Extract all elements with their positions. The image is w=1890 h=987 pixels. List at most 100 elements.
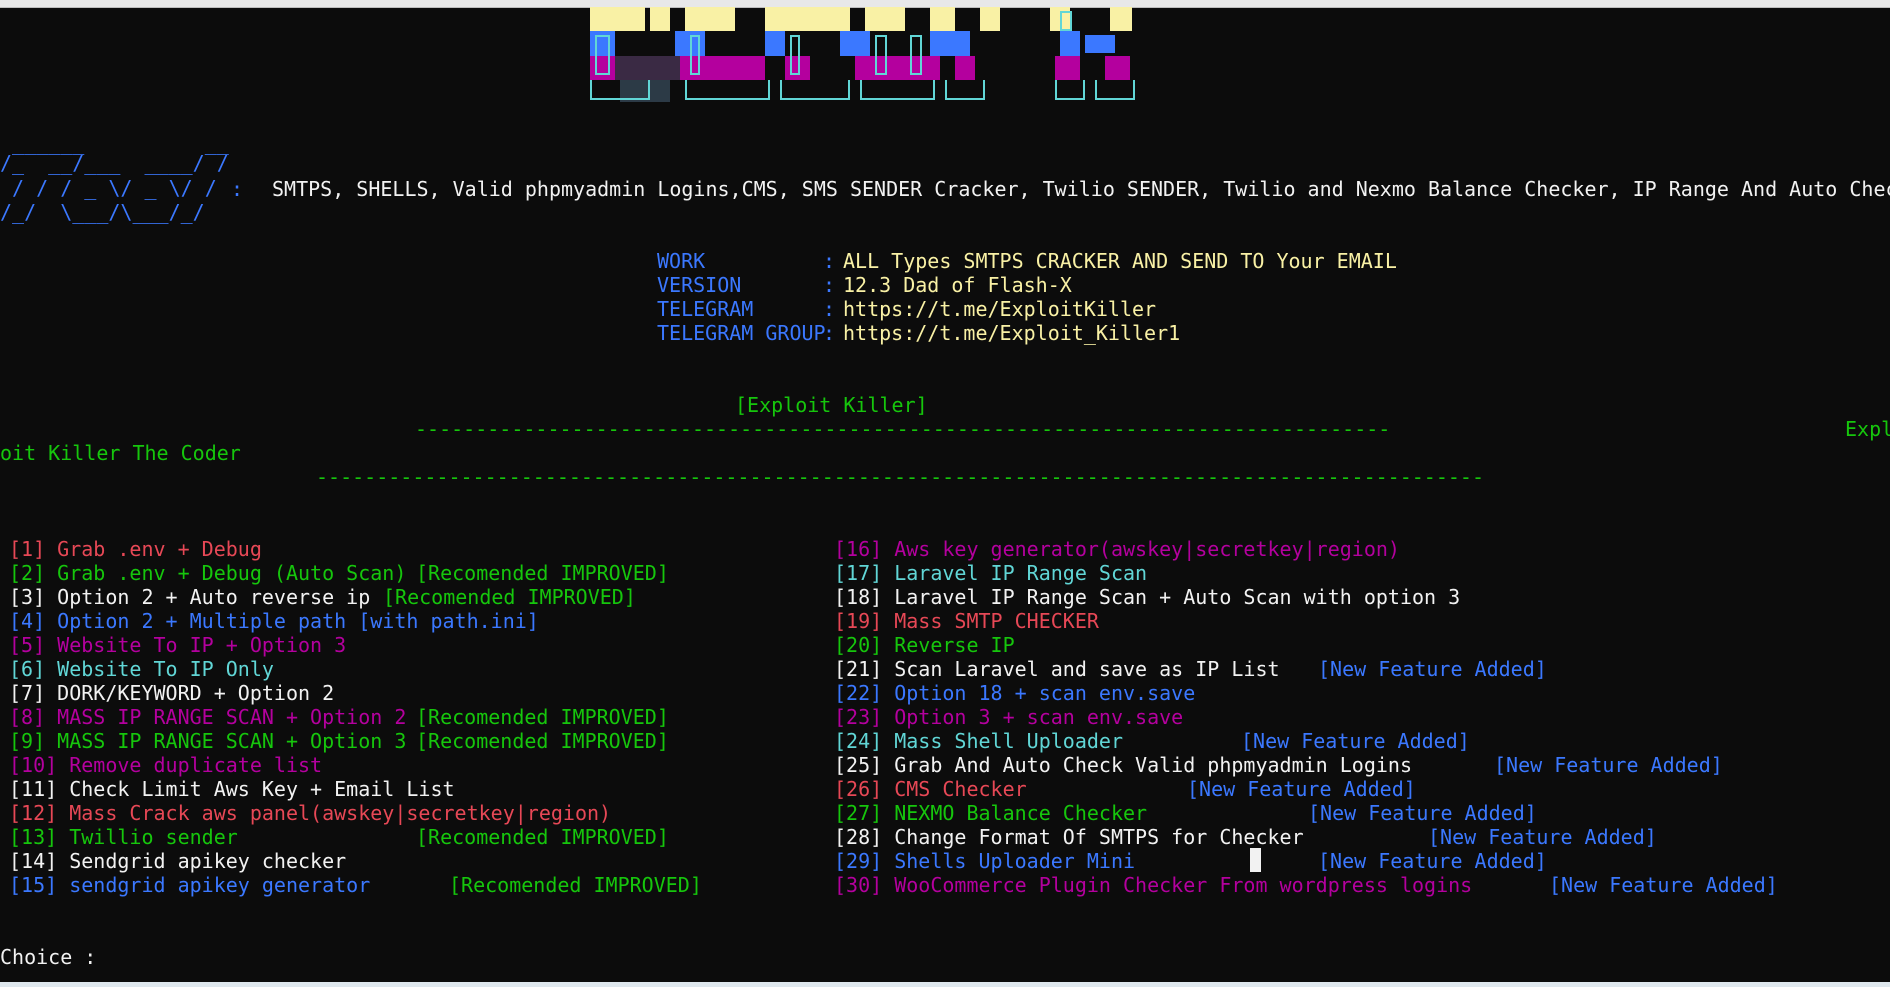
option-number: [26] <box>834 777 883 801</box>
option-number: [29] <box>834 849 883 873</box>
menu-option-12: [12] Mass Crack aws panel(awskey|secretk… <box>9 801 611 825</box>
option-2-badge: [Recomended IMPROVED] <box>416 561 669 585</box>
info-value-version: 12.3 Dad of Flash-X <box>843 273 1072 297</box>
option-8-badge: [Recomended IMPROVED] <box>416 705 669 729</box>
option-21-badge: [New Feature Added] <box>1318 657 1547 681</box>
menu-option-25: [25] Grab And Auto Check Valid phpmyadmi… <box>834 753 1412 777</box>
option-number: [11] <box>9 777 58 801</box>
option-29-badge: [New Feature Added] <box>1318 849 1547 873</box>
option-number: [22] <box>834 681 883 705</box>
menu-option-10: [10] Remove duplicate list <box>9 753 322 777</box>
choice-prompt-label: Choice : <box>0 945 97 969</box>
option-label: Laravel IP Range Scan + Auto Scan with o… <box>894 585 1461 609</box>
info-value-telegram: https://t.me/ExploitKiller <box>843 297 1157 321</box>
menu-option-9: [9] MASS IP RANGE SCAN + Option 3 <box>9 729 406 753</box>
option-label: Mass Shell Uploader <box>894 729 1123 753</box>
option-number: [7] <box>9 681 46 705</box>
menu-option-27: [27] NEXMO Balance Checker <box>834 801 1147 825</box>
option-28-badge: [New Feature Added] <box>1428 825 1657 849</box>
menu-option-18: [18] Laravel IP Range Scan + Auto Scan w… <box>834 585 1460 609</box>
menu-option-30: [30] WooCommerce Plugin Checker From wor… <box>834 873 1472 897</box>
option-label: Check Limit Aws Key + Email List <box>69 777 455 801</box>
option-number: [8] <box>9 705 46 729</box>
menu-option-23: [23] Option 3 + scan env.save <box>834 705 1183 729</box>
credits-wrapped-line: oit Killer The Coder <box>0 441 241 465</box>
option-label: Laravel IP Range Scan <box>894 561 1148 585</box>
option-number: [24] <box>834 729 883 753</box>
tool-tagline: SMTPS, SHELLS, Valid phpmyadmin Logins,C… <box>272 177 1890 201</box>
option-label: Option 2 + Auto reverse ip <box>57 585 371 609</box>
credits-title: [Exploit Killer] <box>735 393 928 417</box>
option-number: [14] <box>9 849 58 873</box>
ascii-logo-line-2: /_ __/___ ____/ / <box>0 151 229 175</box>
menu-option-16: [16] Aws key generator(awskey|secretkey|… <box>834 537 1400 561</box>
option-number: [2] <box>9 561 46 585</box>
info-key-version: VERSION <box>657 273 742 297</box>
menu-option-29: [29] Shells Uploader Mini <box>834 849 1135 873</box>
option-label: Sendgrid apikey checker <box>69 849 347 873</box>
menu-option-4: [4] Option 2 + Multiple path [with path.… <box>9 609 539 633</box>
option-26-badge: [New Feature Added] <box>1187 777 1416 801</box>
option-number: [13] <box>9 825 58 849</box>
info-value-telegram-group: https://t.me/Exploit_Killer1 <box>843 321 1181 345</box>
option-number: [28] <box>834 825 883 849</box>
option-number: [3] <box>9 585 46 609</box>
menu-option-26: [26] CMS Checker <box>834 777 1027 801</box>
info-key-telegram-group: TELEGRAM GROUP <box>657 321 826 345</box>
option-24-badge: [New Feature Added] <box>1241 729 1470 753</box>
option-label: Grab .env + Debug <box>57 537 262 561</box>
option-label: MASS IP RANGE SCAN + Option 3 <box>57 729 407 753</box>
info-sep: : <box>823 273 836 297</box>
option-label: Aws key generator(awskey|secretkey|regio… <box>894 537 1400 561</box>
menu-option-1: [1] Grab .env + Debug <box>9 537 262 561</box>
info-value-work: ALL Types SMTPS CRACKER AND SEND TO Your… <box>843 249 1397 273</box>
option-number: [21] <box>834 657 883 681</box>
banner-logo-art <box>590 7 1142 105</box>
menu-option-22: [22] Option 18 + scan env.save <box>834 681 1195 705</box>
option-label: Grab And Auto Check Valid phpmyadmin Log… <box>894 753 1412 777</box>
info-sep: : <box>823 297 836 321</box>
option-number: [19] <box>834 609 883 633</box>
option-label: sendgrid apikey generator <box>69 873 371 897</box>
menu-option-20: [20] Reverse IP <box>834 633 1015 657</box>
credits-wrapped-fragment: Expl <box>1845 417 1890 441</box>
menu-option-5: [5] Website To IP + Option 3 <box>9 633 346 657</box>
tagline-separator: : <box>231 177 244 201</box>
option-label: CMS Checker <box>894 777 1027 801</box>
option-number: [6] <box>9 657 46 681</box>
option-number: [16] <box>834 537 883 561</box>
option-27-badge: [New Feature Added] <box>1308 801 1537 825</box>
option-label: Option 2 + Multiple path [with path.ini] <box>57 609 539 633</box>
option-label: Remove duplicate list <box>69 753 323 777</box>
menu-option-8: [8] MASS IP RANGE SCAN + Option 2 <box>9 705 406 729</box>
option-number: [9] <box>9 729 46 753</box>
option-label: DORK/KEYWORD + Option 2 <box>57 681 335 705</box>
ascii-logo-line-3: / / / _ \/ _ \/ / <box>0 176 229 200</box>
menu-option-13: [13] Twillio sender <box>9 825 238 849</box>
option-label: Option 18 + scan env.save <box>894 681 1196 705</box>
info-sep: : <box>823 249 836 273</box>
option-3-badge: [Recomended IMPROVED] <box>383 585 636 609</box>
option-15-badge: [Recomended IMPROVED] <box>449 873 702 897</box>
info-key-telegram: TELEGRAM <box>657 297 754 321</box>
option-label: Option 3 + scan env.save <box>894 705 1184 729</box>
menu-option-7: [7] DORK/KEYWORD + Option 2 <box>9 681 334 705</box>
option-number: [25] <box>834 753 883 777</box>
option-label: Website To IP Only <box>57 657 274 681</box>
option-label: Change Format Of SMTPS for Checker <box>894 825 1304 849</box>
option-label: Mass SMTP CHECKER <box>894 609 1099 633</box>
option-number: [17] <box>834 561 883 585</box>
option-label: Mass Crack aws panel(awskey|secretkey|re… <box>69 801 612 825</box>
option-number: [15] <box>9 873 58 897</box>
option-13-badge: [Recomended IMPROVED] <box>416 825 669 849</box>
option-label: Reverse IP <box>894 633 1015 657</box>
menu-option-28: [28] Change Format Of SMTPS for Checker <box>834 825 1304 849</box>
info-key-work: WORK <box>657 249 706 273</box>
option-number: [20] <box>834 633 883 657</box>
option-number: [27] <box>834 801 883 825</box>
option-number: [4] <box>9 609 46 633</box>
menu-option-6: [6] Website To IP Only <box>9 657 274 681</box>
menu-option-15: [15] sendgrid apikey generator <box>9 873 370 897</box>
option-25-badge: [New Feature Added] <box>1494 753 1723 777</box>
info-sep: : <box>823 321 836 345</box>
